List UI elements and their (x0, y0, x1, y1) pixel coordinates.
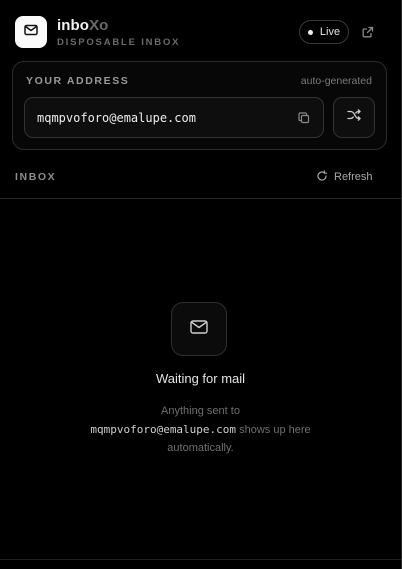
refresh-button[interactable]: Refresh (316, 169, 373, 185)
shuffle-address-button[interactable] (333, 97, 375, 138)
email-address-text[interactable]: mqmpvoforo@emalupe.com (37, 111, 196, 125)
empty-line-1: Anything sent to (161, 405, 240, 417)
address-card: YOUR ADDRESS auto-generated mqmpvoforo@e… (12, 61, 387, 150)
mail-icon (189, 318, 209, 341)
inbox-heading: INBOX (15, 171, 57, 183)
brand-accent: Xo (89, 17, 109, 34)
empty-state-title: Waiting for mail (155, 371, 246, 386)
mail-icon (23, 22, 39, 43)
app-window: inboXo DISPOSABLE INBOX Live YOUR ADDRES… (0, 0, 402, 569)
live-label: Live (319, 26, 341, 38)
refresh-icon (316, 169, 328, 185)
empty-state-message: Anything sent to mqmpvoforo@emalupe.com … (60, 402, 341, 458)
refresh-label: Refresh (334, 171, 373, 183)
brand-main: inbo (57, 17, 90, 34)
email-address-field[interactable]: mqmpvoforo@emalupe.com (24, 97, 324, 138)
live-status-badge[interactable]: Live (299, 20, 349, 44)
header: inboXo DISPOSABLE INBOX Live (0, 0, 401, 62)
inbox-divider (0, 198, 401, 199)
empty-line-3: automatically. (167, 442, 234, 454)
copy-icon[interactable] (297, 111, 311, 125)
live-dot-icon (307, 29, 313, 35)
address-label: YOUR ADDRESS (26, 75, 130, 87)
app-subtitle: DISPOSABLE INBOX (57, 37, 181, 48)
shuffle-icon (346, 107, 362, 128)
empty-line-2-text: shows up here (239, 423, 311, 436)
app-logo (15, 16, 47, 48)
empty-line-2: mqmpvoforo@emalupe.com shows up here (60, 421, 341, 440)
empty-state-icon-box (171, 302, 227, 356)
app-title: inboXo (57, 17, 108, 34)
empty-state-email: mqmpvoforo@emalupe.com (90, 422, 237, 436)
external-link-icon[interactable] (361, 25, 375, 39)
bottom-divider (0, 559, 401, 560)
auto-generated-note: auto-generated (300, 75, 372, 87)
